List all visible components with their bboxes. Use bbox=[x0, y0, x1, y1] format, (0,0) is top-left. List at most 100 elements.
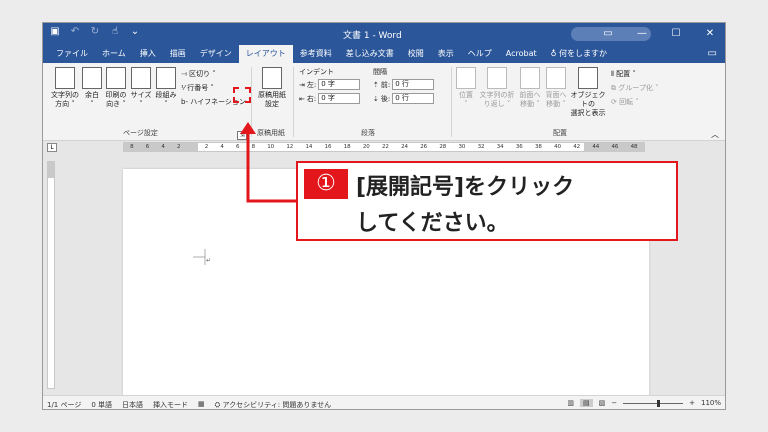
zoom-slider[interactable] bbox=[623, 399, 684, 407]
zoom-in-icon[interactable]: + bbox=[689, 399, 695, 407]
web-layout-icon[interactable]: ▧ bbox=[599, 399, 606, 407]
macro-icon[interactable]: ▦ bbox=[198, 400, 205, 409]
bring-forward-button[interactable]: 前面へ 移動 ˅ bbox=[517, 67, 543, 109]
indent-right-row: ⇤ 右: 0 字 bbox=[299, 93, 361, 104]
ribbon-display-icon[interactable]: ▭ bbox=[591, 23, 625, 45]
word-count[interactable]: 0 単語 bbox=[91, 400, 112, 409]
tell-me-label: 何をしますか bbox=[559, 49, 608, 58]
page-count[interactable]: 1/1 ページ bbox=[47, 400, 81, 409]
wrap-text-icon bbox=[487, 67, 507, 89]
margins-button[interactable]: 余白 ˅ bbox=[81, 67, 103, 109]
selection-pane-button[interactable]: オブジェクトの 選択と表示 bbox=[569, 67, 607, 118]
indent-left-input[interactable]: 0 字 bbox=[318, 79, 361, 90]
ruler-number: 38 bbox=[534, 144, 542, 150]
tab-review[interactable]: 校閲 bbox=[401, 45, 431, 63]
tab-view[interactable]: 表示 bbox=[431, 45, 461, 63]
breaks-icon: ⟞ bbox=[181, 70, 190, 78]
paragraph-group-label: 段落 bbox=[361, 129, 375, 137]
indent-right-icon: ⇤ bbox=[299, 94, 305, 103]
tab-draw[interactable]: 描画 bbox=[163, 45, 193, 63]
size-icon bbox=[131, 67, 151, 89]
ruler-number: 6 bbox=[145, 144, 150, 150]
tab-selector[interactable]: L bbox=[47, 143, 57, 152]
margins-icon bbox=[82, 67, 102, 89]
spacing-after-label: 後: bbox=[380, 94, 391, 103]
columns-label: 段組み ˅ bbox=[155, 91, 177, 108]
step-badge: ① bbox=[304, 169, 348, 199]
svg-text:↵: ↵ bbox=[206, 257, 211, 264]
redo-icon[interactable]: ↻ bbox=[89, 26, 101, 37]
group-divider bbox=[293, 67, 294, 137]
ruler-number: 44 bbox=[592, 144, 600, 150]
read-mode-icon[interactable]: ▥ bbox=[567, 399, 574, 407]
maximize-icon[interactable]: ☐ bbox=[659, 23, 693, 45]
text-direction-icon bbox=[55, 67, 75, 89]
genko-settings-button[interactable]: 原稿用紙 設定 bbox=[255, 67, 289, 109]
zoom-level[interactable]: 110% bbox=[701, 399, 721, 407]
quick-access-toolbar: ▣ ↶ ↻ ☝ ⌄ bbox=[49, 26, 141, 37]
horizontal-ruler[interactable]: 8 6 4 2 2 4 6 8 10 12 14 16 18 20 22 24 26 28 30 32 34 36 38 40… bbox=[123, 142, 645, 152]
ruler-numbers: 8 6 4 2 2 4 6 8 10 12 14 16 18 20 22 24 26 28 30 32 34 36 38 40… bbox=[124, 143, 644, 151]
selection-pane-icon bbox=[578, 67, 598, 89]
align-button[interactable]: ⫴ 配置 ˅ bbox=[611, 69, 636, 79]
undo-icon[interactable]: ↶ bbox=[69, 26, 81, 37]
ruler-number: 8 bbox=[130, 144, 134, 150]
wrap-text-button[interactable]: 文字列の折 り返し ˅ bbox=[477, 67, 517, 109]
columns-button[interactable]: 段組み ˅ bbox=[153, 67, 179, 109]
page-setup-dialog-launcher[interactable]: ⇲ bbox=[237, 131, 247, 140]
bring-forward-label: 前面へ 移動 ˅ bbox=[519, 91, 541, 108]
orientation-icon bbox=[106, 67, 126, 89]
rotate-icon: ⟳ bbox=[611, 98, 620, 106]
genko-settings-label: 原稿用紙 設定 bbox=[258, 91, 286, 108]
close-icon[interactable]: ✕ bbox=[693, 23, 725, 45]
group-button[interactable]: ⧉ グループ化 ˅ bbox=[611, 83, 659, 93]
tab-acrobat[interactable]: Acrobat bbox=[499, 45, 544, 63]
position-label: 位置 ˅ bbox=[459, 91, 473, 108]
customize-icon[interactable]: ⌄ bbox=[129, 26, 141, 37]
page-setup-group-label: ページ設定 bbox=[123, 129, 158, 137]
ruler-number: 42 bbox=[573, 144, 581, 150]
ruler-number: 2 bbox=[176, 144, 181, 150]
zoom-out-icon[interactable]: − bbox=[611, 399, 617, 407]
vruler-top-margin bbox=[48, 162, 54, 178]
line-numbers-button[interactable]: ⅟ 行番号 ˅ bbox=[181, 83, 214, 93]
tab-design[interactable]: デザイン bbox=[193, 45, 239, 63]
tab-mailings[interactable]: 差し込み文書 bbox=[339, 45, 401, 63]
tab-help[interactable]: ヘルプ bbox=[461, 45, 499, 63]
tab-insert[interactable]: 挿入 bbox=[133, 45, 163, 63]
tell-me-search[interactable]: ♁ 何をしますか bbox=[544, 45, 614, 63]
comments-icon[interactable]: ▭ bbox=[708, 48, 717, 59]
save-icon[interactable]: ▣ bbox=[49, 26, 61, 37]
send-backward-icon bbox=[546, 67, 566, 89]
indent-right-input[interactable]: 0 字 bbox=[318, 93, 361, 104]
text-cursor-icon: ↵ bbox=[193, 249, 211, 265]
rotate-button[interactable]: ⟳ 回転 ˅ bbox=[611, 97, 639, 107]
orientation-button[interactable]: 印刷の 向き ˅ bbox=[103, 67, 129, 109]
tab-file[interactable]: ファイル bbox=[49, 45, 95, 63]
spacing-before-input[interactable]: 0 行 bbox=[392, 79, 435, 90]
language-indicator[interactable]: 日本語 bbox=[122, 400, 143, 409]
send-backward-button[interactable]: 背面へ 移動 ˅ bbox=[543, 67, 569, 109]
breaks-button[interactable]: ⟞ 区切り ˅ bbox=[181, 69, 216, 79]
minimize-icon[interactable]: — bbox=[625, 23, 659, 45]
ruler-number: 48 bbox=[630, 144, 638, 150]
bring-forward-icon bbox=[520, 67, 540, 89]
position-button[interactable]: 位置 ˅ bbox=[455, 67, 477, 109]
ruler-number: 46 bbox=[611, 144, 619, 150]
vertical-ruler[interactable] bbox=[47, 161, 55, 389]
touch-icon[interactable]: ☝ bbox=[109, 26, 121, 37]
zoom-slider-thumb[interactable] bbox=[657, 399, 661, 407]
ruler-number: 2 bbox=[204, 144, 209, 150]
insert-mode[interactable]: 挿入モード bbox=[153, 400, 188, 409]
margins-label: 余白 ˅ bbox=[85, 91, 99, 108]
tab-references[interactable]: 参考資料 bbox=[293, 45, 339, 63]
tab-home[interactable]: ホーム bbox=[95, 45, 133, 63]
size-button[interactable]: サイズ ˅ bbox=[129, 67, 153, 109]
accessibility-status[interactable]: ⛭ アクセシビリティ: 問題ありません bbox=[215, 400, 331, 409]
text-direction-button[interactable]: 文字列の 方向 ˅ bbox=[49, 67, 81, 109]
spacing-after-input[interactable]: 0 行 bbox=[392, 93, 435, 104]
tab-layout[interactable]: レイアウト bbox=[238, 45, 293, 63]
align-label: 配置 ˅ bbox=[616, 70, 636, 78]
print-layout-icon[interactable]: ▤ bbox=[579, 399, 593, 407]
collapse-ribbon-icon[interactable]: ︿ bbox=[711, 129, 719, 140]
